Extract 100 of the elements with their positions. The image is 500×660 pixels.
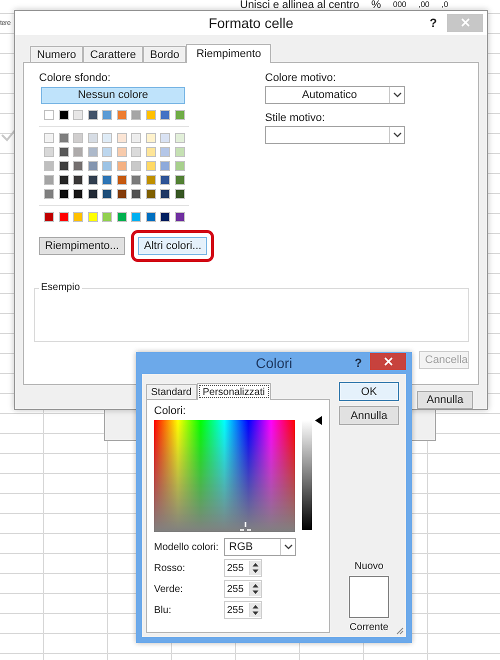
color-model-dropdown[interactable]: RGB — [224, 538, 296, 556]
color-swatch[interactable] — [160, 146, 170, 157]
color-swatch[interactable] — [131, 160, 141, 171]
color-spectrum[interactable] — [154, 420, 295, 532]
color-swatch[interactable] — [73, 110, 83, 120]
color-swatch[interactable] — [44, 146, 54, 157]
tab[interactable]: Standard — [146, 384, 197, 399]
merge-center-button[interactable]: Unisci e allinea al centro — [240, 0, 360, 10]
increase-decimals-button[interactable]: ,00 — [418, 0, 430, 10]
color-swatch[interactable] — [73, 174, 83, 185]
color-swatch[interactable] — [88, 212, 98, 222]
color-swatch[interactable] — [73, 132, 83, 143]
color-swatch[interactable] — [146, 132, 156, 143]
number-spinner[interactable]: 255 — [224, 580, 262, 598]
color-swatch[interactable] — [146, 160, 156, 171]
color-swatch[interactable] — [146, 174, 156, 185]
color-swatch[interactable] — [58, 146, 68, 157]
color-swatch[interactable] — [174, 188, 184, 199]
color-swatch[interactable] — [131, 188, 141, 199]
color-swatch[interactable] — [58, 212, 68, 222]
no-color-button[interactable]: Nessun colore — [41, 86, 185, 104]
color-swatch[interactable] — [116, 132, 126, 143]
spin-arrows-icon — [251, 561, 260, 575]
color-swatch[interactable] — [131, 212, 141, 222]
color-swatch[interactable] — [102, 132, 112, 143]
color-swatch[interactable] — [131, 132, 141, 143]
tab[interactable]: Bordo — [142, 46, 186, 62]
color-swatch[interactable] — [88, 110, 98, 120]
color-swatch[interactable] — [174, 110, 184, 120]
color-swatch[interactable] — [73, 146, 83, 157]
color-swatch[interactable] — [146, 110, 156, 120]
tab[interactable]: Riempimento — [186, 44, 272, 63]
percent-button[interactable]: % — [371, 0, 382, 10]
color-swatch[interactable] — [160, 188, 170, 199]
thousands-button[interactable]: 000 — [393, 0, 406, 10]
color-swatch[interactable] — [88, 188, 98, 199]
color-swatch[interactable] — [174, 160, 184, 171]
color-swatch[interactable] — [174, 174, 184, 185]
color-swatch[interactable] — [73, 212, 83, 222]
color-swatch[interactable] — [116, 110, 126, 120]
color-swatch[interactable] — [160, 174, 170, 185]
color-swatch[interactable] — [131, 174, 141, 185]
color-preview — [349, 576, 389, 618]
color-swatch[interactable] — [102, 174, 112, 185]
color-swatch[interactable] — [174, 212, 184, 222]
color-swatch[interactable] — [160, 212, 170, 222]
color-swatch[interactable] — [44, 160, 54, 171]
slider-thumb[interactable] — [315, 416, 322, 425]
color-swatch[interactable] — [102, 160, 112, 171]
pattern-color-dropdown[interactable]: Automatico — [265, 86, 405, 104]
color-swatch[interactable] — [131, 146, 141, 157]
color-swatch[interactable] — [102, 212, 112, 222]
color-swatch[interactable] — [58, 160, 68, 171]
tab[interactable]: Carattere — [83, 46, 143, 62]
color-swatch[interactable] — [73, 160, 83, 171]
tab[interactable]: Personalizzati — [196, 383, 271, 400]
color-swatch[interactable] — [146, 212, 156, 222]
number-spinner[interactable]: 255 — [224, 601, 262, 619]
color-swatch[interactable] — [44, 174, 54, 185]
color-swatch[interactable] — [88, 160, 98, 171]
color-swatch[interactable] — [102, 146, 112, 157]
color-swatch[interactable] — [44, 212, 54, 222]
pattern-style-dropdown[interactable] — [265, 126, 405, 144]
cancel-button[interactable]: Annulla — [339, 406, 399, 425]
color-swatch[interactable] — [88, 146, 98, 157]
color-swatch[interactable] — [116, 174, 126, 185]
color-swatch[interactable] — [160, 160, 170, 171]
color-swatch[interactable] — [131, 110, 141, 120]
color-swatch[interactable] — [174, 146, 184, 157]
color-swatch[interactable] — [58, 132, 68, 143]
cancel-button[interactable]: Annulla — [417, 391, 473, 409]
color-swatch[interactable] — [58, 110, 68, 120]
color-swatch[interactable] — [102, 188, 112, 199]
color-swatch[interactable] — [88, 132, 98, 143]
decrease-decimals-button[interactable]: ,0 — [442, 0, 448, 10]
color-swatch[interactable] — [44, 132, 54, 143]
color-swatch[interactable] — [160, 110, 170, 120]
color-swatch[interactable] — [73, 188, 83, 199]
color-swatch[interactable] — [58, 188, 68, 199]
color-swatch[interactable] — [116, 188, 126, 199]
color-swatch[interactable] — [146, 188, 156, 199]
tab[interactable]: Numero — [30, 46, 84, 62]
ok-button[interactable]: OK — [339, 382, 399, 401]
color-swatch[interactable] — [44, 188, 54, 199]
color-swatch[interactable] — [174, 132, 184, 143]
color-swatch[interactable] — [116, 160, 126, 171]
close-button[interactable] — [370, 352, 406, 370]
color-swatch[interactable] — [88, 174, 98, 185]
color-swatch[interactable] — [146, 146, 156, 157]
color-swatch[interactable] — [58, 174, 68, 185]
color-swatch[interactable] — [160, 132, 170, 143]
help-button[interactable]: ? — [346, 356, 370, 370]
color-swatch[interactable] — [116, 146, 126, 157]
help-button[interactable]: ? — [420, 16, 447, 30]
color-swatch[interactable] — [102, 110, 112, 120]
number-spinner[interactable]: 255 — [224, 559, 262, 577]
color-swatch[interactable] — [44, 110, 54, 120]
fill-effects-button[interactable]: Riempimento... — [39, 236, 125, 255]
more-colors-button[interactable]: Altri colori... — [138, 236, 208, 255]
color-swatch[interactable] — [116, 212, 126, 222]
